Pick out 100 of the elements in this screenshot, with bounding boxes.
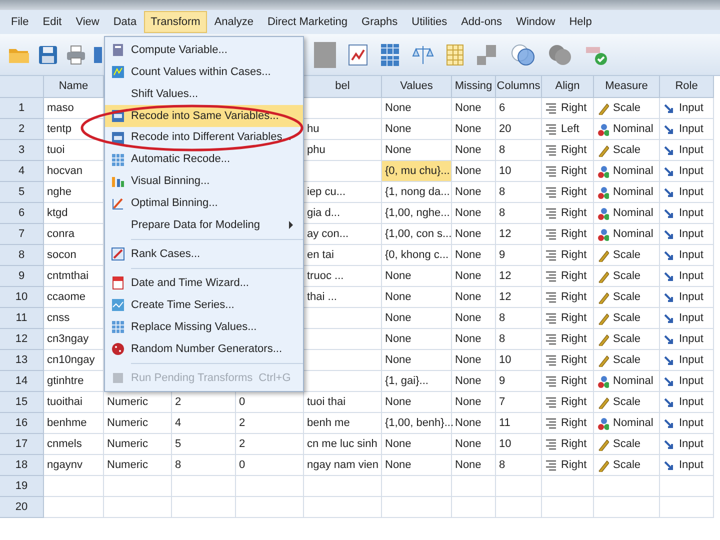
- column-header[interactable]: Values: [382, 76, 452, 98]
- cell-text: Scale: [613, 310, 641, 326]
- align-icon: [545, 122, 557, 136]
- row-number[interactable]: 1: [0, 98, 44, 119]
- cell-text: Input: [679, 164, 704, 179]
- menu-item[interactable]: Edit: [36, 11, 69, 33]
- menu-item[interactable]: Automatic Recode...: [105, 148, 303, 171]
- table-cell: benh me: [304, 413, 382, 434]
- menu-item[interactable]: Graphs: [354, 11, 405, 33]
- dice-icon: [111, 342, 125, 356]
- align-icon: [545, 438, 557, 450]
- menu-item[interactable]: Date and Time Wizard...: [105, 272, 303, 294]
- circles-icon[interactable]: [548, 44, 572, 66]
- cell-text: Nominal: [613, 164, 654, 179]
- cell-text: Nominal: [613, 374, 654, 389]
- cell-text: Scale: [613, 142, 641, 158]
- menu-item[interactable]: Transform: [144, 11, 208, 33]
- arrow-icon: [663, 164, 675, 178]
- table-cell: 9: [496, 245, 542, 266]
- empty-cell: [382, 476, 452, 497]
- cell-text: Right: [561, 142, 587, 158]
- cell-text: Right: [561, 268, 587, 284]
- scales-icon[interactable]: [412, 44, 434, 66]
- menu-item[interactable]: Visual Binning...: [105, 170, 303, 193]
- menu-item[interactable]: Compute Variable...: [105, 39, 303, 61]
- cell-text: Input: [679, 226, 704, 242]
- align-icon: [545, 144, 557, 156]
- row-number[interactable]: 6: [0, 203, 44, 224]
- empty-cell: [452, 497, 496, 518]
- arrow-icon: [663, 374, 675, 388]
- split-table-icon[interactable]: [380, 42, 400, 66]
- menu-item[interactable]: Create Time Series...: [105, 294, 303, 316]
- column-header[interactable]: Measure: [594, 76, 660, 98]
- cell-text: Right: [561, 374, 587, 389]
- cell-text: Input: [679, 352, 704, 368]
- printer-icon[interactable]: [66, 44, 86, 64]
- menu-item[interactable]: Prepare Data for Modeling: [105, 214, 303, 236]
- row-number[interactable]: 10: [0, 287, 44, 308]
- menu-item[interactable]: Window: [509, 11, 562, 33]
- row-number[interactable]: 16: [0, 413, 44, 434]
- menu-item[interactable]: Utilities: [404, 11, 454, 33]
- menu-item[interactable]: Data: [106, 11, 144, 33]
- row-number[interactable]: 19: [0, 476, 44, 497]
- row-number[interactable]: 7: [0, 224, 44, 245]
- row-number[interactable]: 9: [0, 266, 44, 287]
- arrow-icon: [663, 312, 675, 324]
- arrow-icon: [663, 102, 675, 114]
- row-number[interactable]: 13: [0, 350, 44, 371]
- table-cell: 10: [496, 161, 542, 182]
- cell-text: Input: [679, 184, 704, 200]
- save-icon[interactable]: [38, 44, 58, 64]
- menu-item[interactable]: Help: [562, 11, 599, 33]
- menu-item[interactable]: Replace Missing Values...: [105, 316, 303, 338]
- row-number[interactable]: 2: [0, 119, 44, 140]
- menu-item[interactable]: Random Number Generators...: [105, 338, 303, 360]
- arrow-icon: [663, 290, 675, 304]
- cell-text: Right: [561, 416, 587, 431]
- row-number[interactable]: 12: [0, 329, 44, 350]
- row-number[interactable]: 15: [0, 392, 44, 413]
- align-icon: [545, 332, 557, 346]
- menu-item[interactable]: Rank Cases...: [105, 243, 303, 266]
- table-cell: Numeric: [104, 413, 172, 434]
- row-number[interactable]: 14: [0, 371, 44, 392]
- menu-item[interactable]: Shift Values...: [105, 82, 303, 105]
- cell-text: Input: [679, 436, 704, 452]
- menu-item[interactable]: View: [68, 11, 106, 33]
- align-icon: [545, 290, 557, 304]
- column-header[interactable]: Columns: [496, 76, 542, 98]
- table-cell: None: [452, 266, 496, 287]
- row-number[interactable]: 3: [0, 140, 44, 161]
- menu-item[interactable]: Add-ons: [454, 11, 510, 33]
- row-number[interactable]: 5: [0, 182, 44, 203]
- menu-item[interactable]: Recode into Different Variables...: [105, 126, 303, 149]
- cell-text: Right: [561, 332, 587, 347]
- menu-item[interactable]: Direct Marketing: [260, 11, 355, 33]
- column-header[interactable]: Role: [660, 76, 714, 98]
- empty-cell: [452, 476, 496, 497]
- table-icon[interactable]: [446, 44, 464, 66]
- menu-item[interactable]: Count Values within Cases...: [105, 60, 303, 83]
- row-number[interactable]: 20: [0, 497, 44, 518]
- circles-icon[interactable]: [510, 44, 536, 66]
- row-number[interactable]: 18: [0, 455, 44, 476]
- chart-icon[interactable]: [348, 44, 368, 66]
- menu-item[interactable]: File: [4, 11, 36, 33]
- table-cell: 8: [496, 140, 542, 161]
- arrow-icon: [663, 248, 675, 262]
- table-cell: None: [452, 308, 496, 329]
- column-header[interactable]: Name: [44, 76, 104, 98]
- column-header[interactable]: Missing: [452, 76, 496, 98]
- column-header[interactable]: bel: [304, 76, 382, 98]
- row-number[interactable]: 17: [0, 434, 44, 455]
- cell-text: Right: [561, 248, 587, 263]
- row-number[interactable]: 8: [0, 245, 44, 266]
- menu-item[interactable]: Analyze: [207, 11, 260, 33]
- table-cell: None: [452, 455, 496, 476]
- menu-item[interactable]: Optimal Binning...: [105, 192, 303, 214]
- row-number[interactable]: 4: [0, 161, 44, 182]
- column-header[interactable]: Align: [542, 76, 594, 98]
- align-icon: [545, 270, 557, 282]
- row-number[interactable]: 11: [0, 308, 44, 329]
